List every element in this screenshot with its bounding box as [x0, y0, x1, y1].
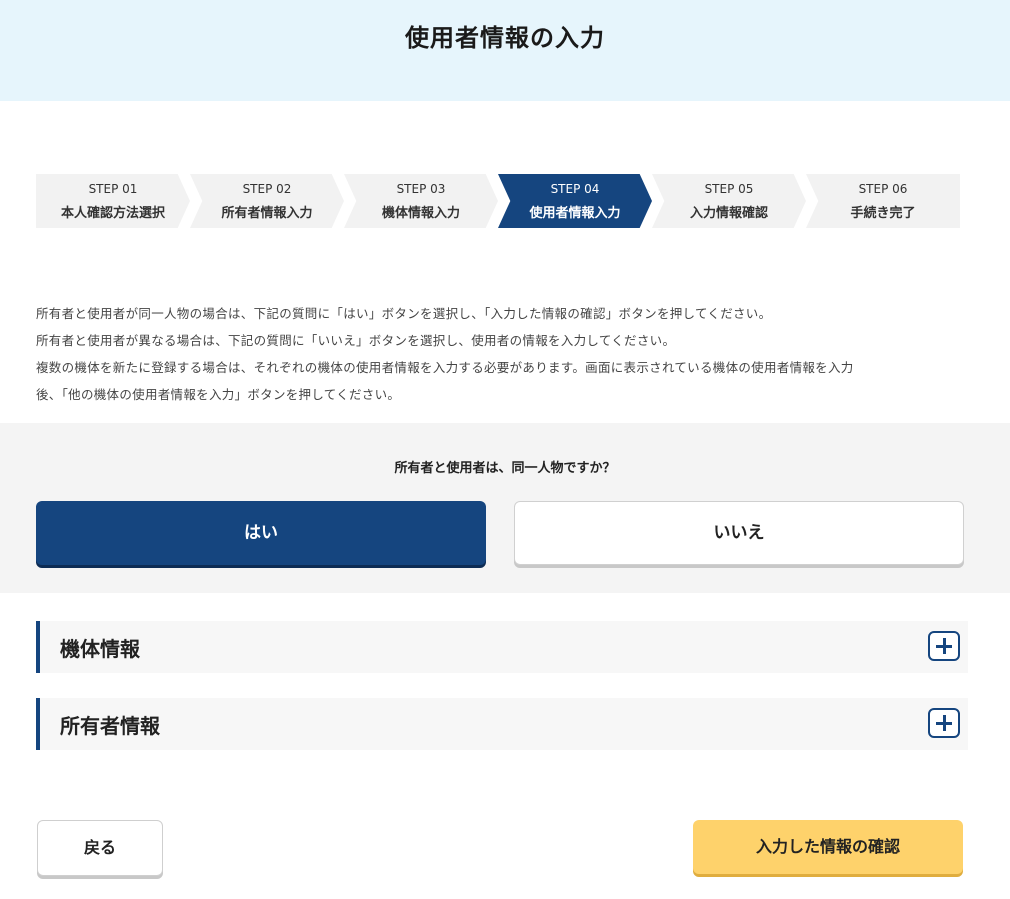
- accordion-title: 機体情報: [60, 637, 140, 661]
- instructions: 所有者と使用者が同一人物の場合は、下記の質問に「はい」ボタンを選択し、「入力した…: [36, 300, 976, 408]
- accordion-aircraft-info[interactable]: 機体情報: [36, 621, 968, 673]
- step-label: 使用者情報入力: [529, 206, 621, 221]
- step-number: STEP 03: [396, 182, 446, 196]
- step-label: 本人確認方法選択: [60, 206, 165, 221]
- plus-icon[interactable]: [928, 708, 960, 738]
- accordion-owner-info[interactable]: 所有者情報: [36, 698, 968, 750]
- same-person-question-panel: 所有者と使用者は、同一人物ですか？ はい いいえ: [0, 423, 1010, 593]
- page-header: 使用者情報の入力: [0, 0, 1010, 101]
- step-6: STEP 06 手続き完了: [806, 174, 960, 228]
- step-4-current: STEP 04 使用者情報入力: [498, 174, 652, 228]
- page-title: 使用者情報の入力: [405, 24, 605, 52]
- instruction-line: 所有者と使用者が同一人物の場合は、下記の質問に「はい」ボタンを選択し、「入力した…: [36, 306, 772, 321]
- step-label: 手続き完了: [850, 206, 916, 221]
- instruction-line: 所有者と使用者が異なる場合は、下記の質問に「いいえ」ボタンを選択し、使用者の情報…: [36, 333, 676, 348]
- question-text: 所有者と使用者は、同一人物ですか？: [394, 461, 616, 476]
- step-1: STEP 01 本人確認方法選択: [36, 174, 190, 228]
- step-3: STEP 03 機体情報入力: [344, 174, 498, 228]
- step-number: STEP 02: [242, 182, 292, 196]
- step-number: STEP 05: [704, 182, 754, 196]
- step-2: STEP 02 所有者情報入力: [190, 174, 344, 228]
- step-number: STEP 04: [550, 182, 600, 196]
- step-label: 入力情報確認: [689, 206, 768, 221]
- step-number: STEP 01: [88, 182, 138, 196]
- back-button[interactable]: 戻る: [37, 820, 163, 876]
- instruction-line: 後、「他の機体の使用者情報を入力」ボタンを押してください。: [36, 387, 401, 402]
- yes-button[interactable]: はい: [36, 501, 486, 565]
- instruction-line: 複数の機体を新たに登録する場合は、それぞれの機体の使用者情報を入力する必要があり…: [36, 360, 854, 375]
- accordion-title: 所有者情報: [60, 714, 160, 738]
- step-label: 所有者情報入力: [221, 206, 313, 221]
- plus-icon[interactable]: [928, 631, 960, 661]
- no-button[interactable]: いいえ: [514, 501, 964, 565]
- step-label: 機体情報入力: [381, 206, 460, 221]
- confirm-input-button[interactable]: 入力した情報の確認: [693, 820, 963, 874]
- step-5: STEP 05 入力情報確認: [652, 174, 806, 228]
- step-progress: STEP 01 本人確認方法選択 STEP 02 所有者情報入力 STEP 03…: [36, 174, 960, 228]
- step-number: STEP 06: [858, 182, 908, 196]
